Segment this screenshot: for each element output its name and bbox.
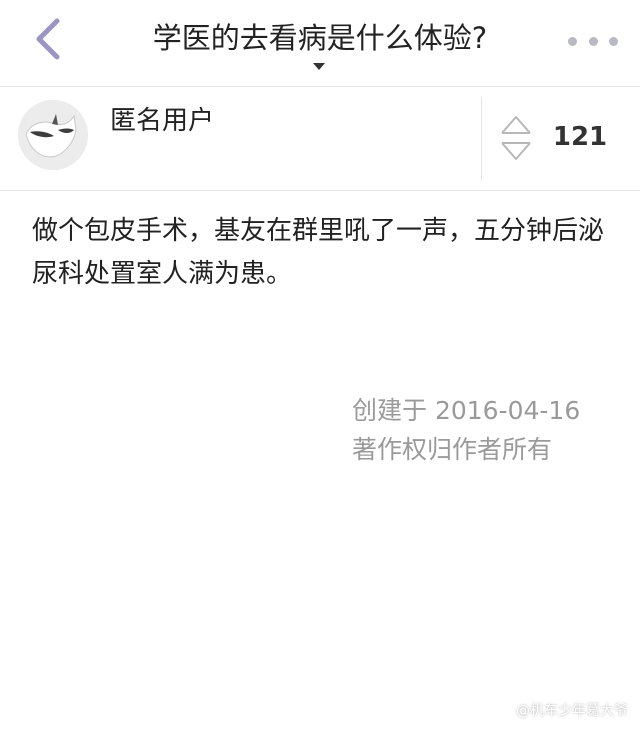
watermark-text: @机车少年葛大爷 — [516, 703, 628, 719]
nav-bar: 学医的去看病是什么体验? — [0, 0, 640, 87]
more-dots-icon — [568, 36, 577, 46]
anonymous-avatar-icon — [18, 100, 88, 170]
answer-body: 做个包皮手术，基友在群里吼了一声，五分钟后泌尿科处置室人满为患。 — [32, 216, 605, 289]
back-button[interactable] — [26, 14, 70, 64]
author-name[interactable]: 匿名用户 — [110, 103, 214, 139]
avatar[interactable] — [18, 100, 88, 170]
more-dots-icon — [588, 36, 598, 46]
vote-divider — [481, 97, 482, 180]
more-button[interactable] — [568, 24, 618, 58]
page-title[interactable]: 学医的去看病是什么体验? — [120, 16, 520, 60]
more-dots-icon — [609, 36, 618, 46]
chevron-left-icon — [36, 18, 60, 60]
answer-meta: 创建于 2016-04-16 著作权归作者所有 — [352, 391, 580, 469]
created-date: 创建于 2016-04-16 — [352, 396, 581, 425]
caret-down-icon[interactable] — [313, 63, 325, 70]
weibo-logo-icon — [496, 704, 512, 717]
watermark: @机车少年葛大爷 — [496, 700, 628, 720]
author-row: 匿名用户 121 — [0, 87, 640, 191]
vote-button[interactable] — [498, 111, 534, 165]
copyright-notice: 著作权归作者所有 — [352, 435, 553, 464]
up-down-vote-icon — [501, 116, 531, 160]
vote-count: 121 — [552, 122, 608, 152]
